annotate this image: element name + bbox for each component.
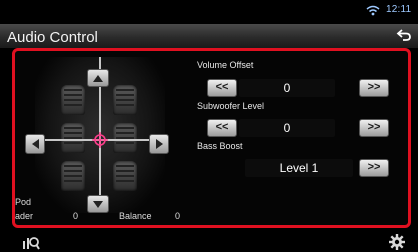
seat-rear-right (113, 161, 137, 191)
source-label: Pod (15, 197, 32, 207)
seat-rear-left (61, 161, 85, 191)
arrow-down-icon (93, 200, 103, 208)
balance-right-button[interactable] (149, 134, 169, 154)
clock: 12:11 (386, 4, 412, 15)
bass-boost-next-button[interactable]: >> (359, 159, 389, 177)
back-icon[interactable] (396, 28, 412, 42)
fader-front-button[interactable] (87, 69, 109, 87)
subwoofer-level-value: 0 (239, 119, 335, 137)
bass-boost-value: Level 1 (245, 159, 353, 177)
balance-left-button[interactable] (25, 134, 45, 154)
balance-label: Balance (119, 211, 152, 221)
gear-icon[interactable] (388, 233, 406, 251)
arrow-up-icon (93, 74, 103, 82)
bass-boost-label: Bass Boost (197, 141, 243, 151)
title-bar: Audio Control (0, 24, 418, 48)
subwoofer-level-decrease-button[interactable]: << (207, 119, 237, 137)
seat-front-left (61, 85, 85, 115)
subwoofer-level-label: Subwoofer Level (197, 101, 265, 111)
fader-value: 0 (73, 211, 79, 221)
target-icon[interactable] (92, 132, 108, 148)
fader-rear-button[interactable] (87, 195, 109, 213)
seat-middle-left (61, 123, 85, 153)
page-title: Audio Control (7, 29, 98, 46)
subwoofer-level-increase-button[interactable]: >> (359, 119, 389, 137)
seat-front-right (113, 85, 137, 115)
arrow-left-icon (31, 139, 39, 149)
fader-label: ader (15, 211, 34, 221)
bottom-bar (0, 230, 418, 252)
audio-control-panel: Pod ader 0 Balance 0 Volume Offset << 0 … (12, 48, 411, 228)
status-bar: 12:11 (0, 0, 418, 22)
volume-offset-decrease-button[interactable]: << (207, 79, 237, 97)
wifi-icon (366, 5, 380, 16)
balance-value: 0 (175, 211, 181, 221)
equalizer-search-icon[interactable] (22, 233, 40, 251)
volume-offset-value: 0 (239, 79, 335, 97)
arrow-right-icon (155, 139, 163, 149)
volume-offset-label: Volume Offset (197, 60, 254, 70)
seat-middle-right (113, 123, 137, 153)
volume-offset-increase-button[interactable]: >> (359, 79, 389, 97)
